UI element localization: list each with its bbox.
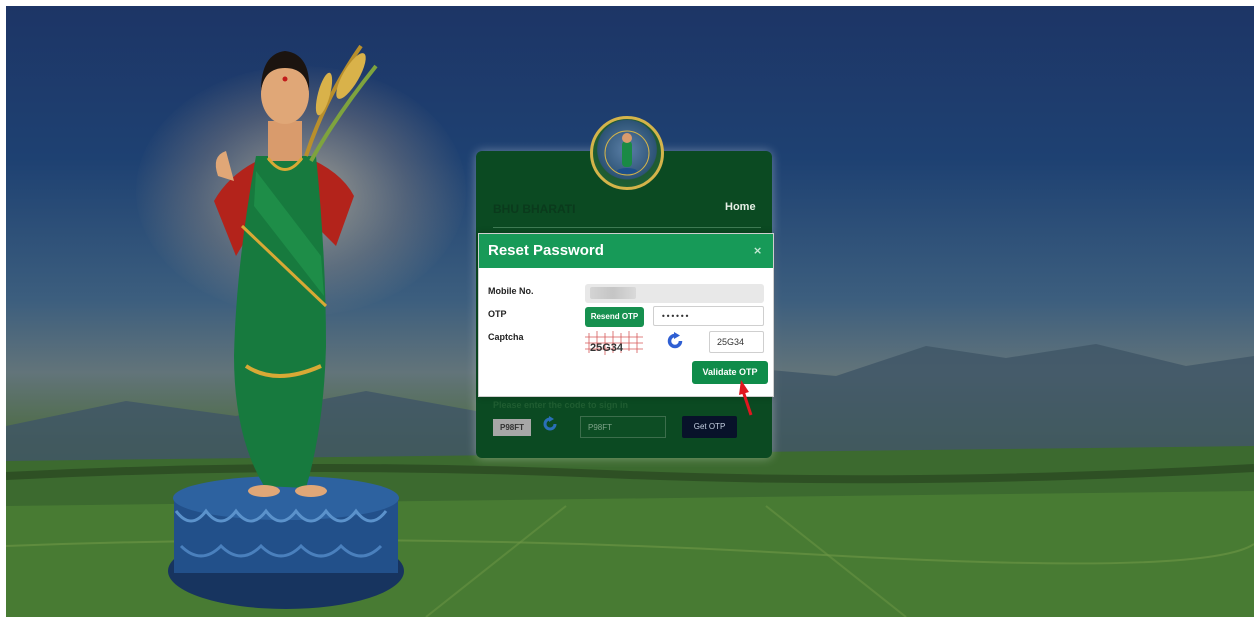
pointer-arrow-annotation [739, 380, 753, 416]
card-divider [493, 227, 761, 228]
mobile-label: Mobile No. [488, 286, 534, 296]
modal-title: Reset Password [488, 242, 604, 259]
close-icon[interactable]: × [753, 244, 762, 257]
mobile-number-redacted [590, 287, 636, 299]
login-captcha-input[interactable]: P98FT [580, 416, 666, 438]
captcha-refresh-icon[interactable] [666, 332, 684, 350]
otp-input[interactable]: •••••• [653, 306, 764, 326]
mobile-input[interactable] [585, 284, 764, 303]
login-hint-text: Please enter the code to sign in [493, 400, 629, 410]
captcha-label: Captcha [488, 332, 524, 342]
nav-home-link[interactable]: Home [725, 201, 756, 213]
modal-header: Reset Password × [479, 234, 773, 268]
captcha-code-text: 25G34 [590, 342, 624, 354]
login-captcha-image: P98FT [493, 419, 531, 436]
captcha-input[interactable]: 25G34 [709, 331, 764, 353]
resend-otp-button[interactable]: Resend OTP [585, 307, 644, 327]
reset-password-modal: Reset Password × Mobile No. OTP Resend O… [478, 233, 774, 397]
brand-title: BHU BHARATI [493, 202, 576, 216]
emblem-seal [590, 116, 664, 190]
refresh-icon[interactable] [542, 416, 558, 432]
otp-label: OTP [488, 309, 507, 319]
get-otp-button[interactable]: Get OTP [682, 416, 737, 438]
